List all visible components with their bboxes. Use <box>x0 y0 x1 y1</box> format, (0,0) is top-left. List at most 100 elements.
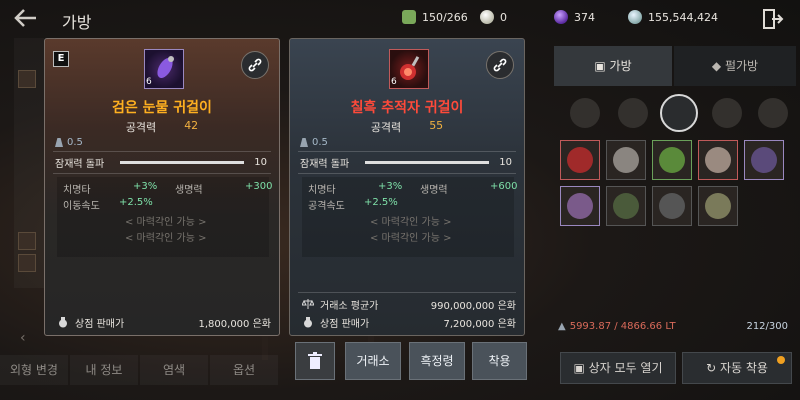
category-icon[interactable] <box>18 254 36 272</box>
market-price-label: 거래소 평균가 <box>320 300 379 312</box>
pearl-value: 0 <box>500 10 507 24</box>
attack-row: 공격력 55 <box>290 119 524 135</box>
inventory-slot[interactable] <box>606 140 646 180</box>
material-filter-icon[interactable] <box>712 98 742 128</box>
inventory-slot[interactable] <box>652 186 692 226</box>
pearl-bag-icon: ◆ <box>711 59 725 73</box>
attack-value: 55 <box>429 119 444 132</box>
exchange-button[interactable]: 거래소 <box>345 342 401 380</box>
back-button[interactable] <box>12 7 40 29</box>
weight-counter: 150/266 <box>402 10 468 24</box>
category-icon[interactable] <box>18 70 36 88</box>
link-icon <box>493 58 507 72</box>
attack-label: 공격력 <box>125 121 157 134</box>
weapon-filter-icon[interactable] <box>570 98 600 128</box>
breakthrough-bar <box>120 160 245 164</box>
tab-appearance[interactable]: 외형 변경 <box>0 355 68 385</box>
engrave-note: < 마력각인 가능 > <box>370 233 452 244</box>
stat-label: 치명타 <box>308 185 336 196</box>
engrave-note: < 마력각인 가능 > <box>125 233 207 244</box>
item-weight: 0.5 <box>55 137 83 148</box>
box-icon: ▣ <box>573 361 589 375</box>
sell-price-row: 상점 판매가 7,200,000 은화 <box>298 313 516 331</box>
item-action-bar: 거래소 흑정령 착용 <box>295 342 527 380</box>
tab-bag[interactable]: ▣ 가방 <box>554 46 672 86</box>
grade-badge: E <box>53 51 69 67</box>
breakthrough-label: 잠재력 돌파 <box>300 158 350 170</box>
inventory-slot[interactable] <box>698 186 738 226</box>
stat-value: +2.5% <box>364 197 398 208</box>
item-name: 검은 눈물 귀걸이 <box>112 100 212 116</box>
inventory-slot[interactable] <box>560 186 600 226</box>
enhancement-level: 6 <box>391 77 397 87</box>
pearl-counter: 0 <box>480 10 507 24</box>
silver-counter: 155,544,424 <box>628 10 718 24</box>
slot-count: 212/300 <box>746 320 788 332</box>
item-weight-value: 0.5 <box>67 137 83 148</box>
divider <box>53 173 271 174</box>
exit-button[interactable] <box>762 8 784 30</box>
weight-icon <box>300 138 308 147</box>
open-all-label: 상자 모두 열기 <box>588 361 663 375</box>
sell-price-value: 1,800,000 은화 <box>198 318 271 330</box>
divider <box>298 292 516 293</box>
weight-icon <box>402 10 416 24</box>
refresh-icon: ↻ <box>706 361 720 375</box>
silver-icon <box>628 10 642 24</box>
armor-filter-icon[interactable] <box>618 98 648 128</box>
inventory-panel: ▣ 가방 ◆ 펄가방 ▲ 5993.87 / 4866.66 LT 212/30… <box>548 38 800 400</box>
sell-price-row: 상점 판매가 1,800,000 은화 <box>53 313 271 331</box>
selected-item-card: 6 칠흑 추적자 귀걸이 공격력 55 0.5 잠재력 돌파 10 치명타 +3… <box>289 38 525 336</box>
inventory-slot[interactable] <box>560 140 600 180</box>
divider <box>53 151 271 152</box>
equipped-item-card: E 6 검은 눈물 귀걸이 공격력 42 0.5 잠재력 돌파 10 치명타 +… <box>44 38 280 336</box>
open-all-boxes-button[interactable]: ▣ 상자 모두 열기 <box>560 352 676 384</box>
equip-button[interactable]: 착용 <box>472 342 527 380</box>
bottom-menu: 외형 변경 내 정보 염색 옵션 <box>0 355 280 389</box>
item-name: 칠흑 추적자 귀걸이 <box>350 100 464 116</box>
weight-icon: ▲ <box>558 320 566 332</box>
divider <box>298 151 516 152</box>
gem-value: 374 <box>574 10 595 24</box>
attack-row: 공격력 42 <box>45 119 279 135</box>
breakthrough-value: 10 <box>499 156 512 168</box>
tab-pearl-bag[interactable]: ◆ 펄가방 <box>674 46 796 86</box>
stat-value: +3% <box>378 181 403 192</box>
stat-value: +2.5% <box>119 197 153 208</box>
tab-options[interactable]: 옵션 <box>210 355 278 385</box>
pager-left-arrow-icon[interactable]: ‹ <box>20 330 26 346</box>
inventory-slot[interactable] <box>744 140 784 180</box>
divider <box>298 173 516 174</box>
page-title: 가방 <box>62 13 92 32</box>
attack-value: 42 <box>184 119 199 132</box>
stat-value: +3% <box>133 181 158 192</box>
delete-button[interactable] <box>295 342 335 380</box>
inventory-slot[interactable] <box>606 186 646 226</box>
potion-filter-icon[interactable] <box>758 98 788 128</box>
auto-equip-button[interactable]: ↻ 자동 착용 <box>682 352 792 384</box>
money-bag-icon <box>304 317 312 328</box>
sell-price-value: 7,200,000 은화 <box>443 318 516 330</box>
tab-dye[interactable]: 염색 <box>140 355 208 385</box>
inventory-slot[interactable] <box>652 140 692 180</box>
earring-icon: 6 <box>389 49 429 89</box>
stat-label: 생명력 <box>420 185 448 196</box>
inventory-slot[interactable] <box>698 140 738 180</box>
tab-my-info[interactable]: 내 정보 <box>70 355 138 385</box>
top-bar: 가방 150/266 0 374 155,544,424 <box>0 0 800 36</box>
breakthrough-row: 잠재력 돌파 10 <box>300 155 512 170</box>
market-price-row: 거래소 평균가 990,000,000 은화 <box>298 295 516 313</box>
price-area: 거래소 평균가 990,000,000 은화 상점 판매가 7,200,000 … <box>298 295 516 331</box>
pearl-icon <box>480 10 494 24</box>
category-icon[interactable] <box>18 232 36 250</box>
stat-label: 생명력 <box>175 185 203 196</box>
breakthrough-label: 잠재력 돌파 <box>55 158 105 170</box>
sell-price-label: 상점 판매가 <box>75 318 125 330</box>
black-spirit-button[interactable]: 흑정령 <box>409 342 465 380</box>
bag-icon: ▣ <box>594 59 610 73</box>
link-button[interactable] <box>486 51 514 79</box>
item-weight-value: 0.5 <box>312 137 328 148</box>
attack-label: 공격력 <box>370 121 402 134</box>
accessory-filter-icon[interactable] <box>660 94 698 132</box>
link-button[interactable] <box>241 51 269 79</box>
